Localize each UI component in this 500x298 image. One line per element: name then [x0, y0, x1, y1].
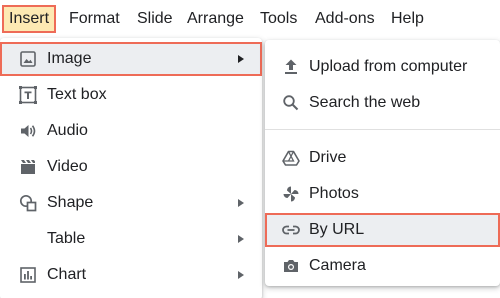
image-submenu: Upload from computer Search the web Driv…	[265, 40, 500, 286]
image-icon	[18, 49, 38, 69]
submenu-item-drive[interactable]: Drive	[265, 141, 500, 175]
menu-item-audio[interactable]: Audio	[0, 114, 262, 148]
camera-icon	[281, 256, 301, 276]
submenu-item-label: Search the web	[309, 94, 421, 111]
submenu-item-label: Photos	[309, 185, 359, 202]
submenu-item-label: Drive	[309, 149, 347, 166]
submenu-item-upload[interactable]: Upload from computer	[265, 50, 500, 84]
submenu-item-label: Upload from computer	[309, 58, 468, 75]
menu-add-ons[interactable]: Add-ons	[309, 6, 381, 32]
menu-item-label: Video	[47, 158, 88, 175]
submenu-item-camera[interactable]: Camera	[265, 249, 500, 283]
menu-help[interactable]: Help	[385, 6, 430, 32]
insert-menu: Image Text box Audio Video Shape Table C…	[0, 38, 262, 298]
menu-item-label: Chart	[47, 266, 87, 283]
menu-item-image[interactable]: Image	[0, 42, 262, 76]
submenu-arrow-icon	[238, 55, 244, 63]
menu-item-label: Text box	[47, 86, 107, 103]
submenu-item-by-url[interactable]: By URL	[265, 213, 500, 247]
menu-item-label: Table	[47, 230, 86, 247]
menu-item-chart[interactable]: Chart	[0, 258, 262, 292]
submenu-item-label: By URL	[309, 221, 365, 238]
link-icon	[281, 220, 301, 240]
menu-slide[interactable]: Slide	[131, 6, 179, 32]
shape-icon	[18, 193, 38, 213]
menu-insert[interactable]: Insert	[1, 5, 57, 33]
menu-format[interactable]: Format	[63, 6, 126, 32]
submenu-arrow-icon	[238, 199, 244, 207]
chart-icon	[18, 265, 38, 285]
text-box-icon	[18, 85, 38, 105]
menubar: Insert Format Slide Arrange Tools Add-on…	[0, 0, 500, 38]
search-icon	[281, 93, 301, 113]
submenu-item-search-web[interactable]: Search the web	[265, 86, 500, 120]
menu-item-text-box[interactable]: Text box	[0, 78, 262, 112]
drive-icon	[281, 148, 301, 168]
photos-icon	[281, 184, 301, 204]
menu-item-shape[interactable]: Shape	[0, 186, 262, 220]
submenu-separator	[265, 129, 500, 130]
menu-item-label: Image	[47, 50, 92, 67]
menu-tools[interactable]: Tools	[254, 6, 303, 32]
menu-item-video[interactable]: Video	[0, 150, 262, 184]
submenu-arrow-icon	[238, 235, 244, 243]
menu-arrange[interactable]: Arrange	[181, 6, 250, 32]
app-window: Insert Format Slide Arrange Tools Add-on…	[0, 0, 500, 298]
audio-icon	[18, 121, 38, 141]
video-icon	[18, 157, 38, 177]
upload-icon	[281, 57, 301, 77]
menu-item-label: Audio	[47, 122, 88, 139]
submenu-item-photos[interactable]: Photos	[265, 177, 500, 211]
menu-item-table[interactable]: Table	[0, 222, 262, 256]
menu-item-label: Shape	[47, 194, 94, 211]
submenu-arrow-icon	[238, 271, 244, 279]
submenu-item-label: Camera	[309, 257, 366, 274]
